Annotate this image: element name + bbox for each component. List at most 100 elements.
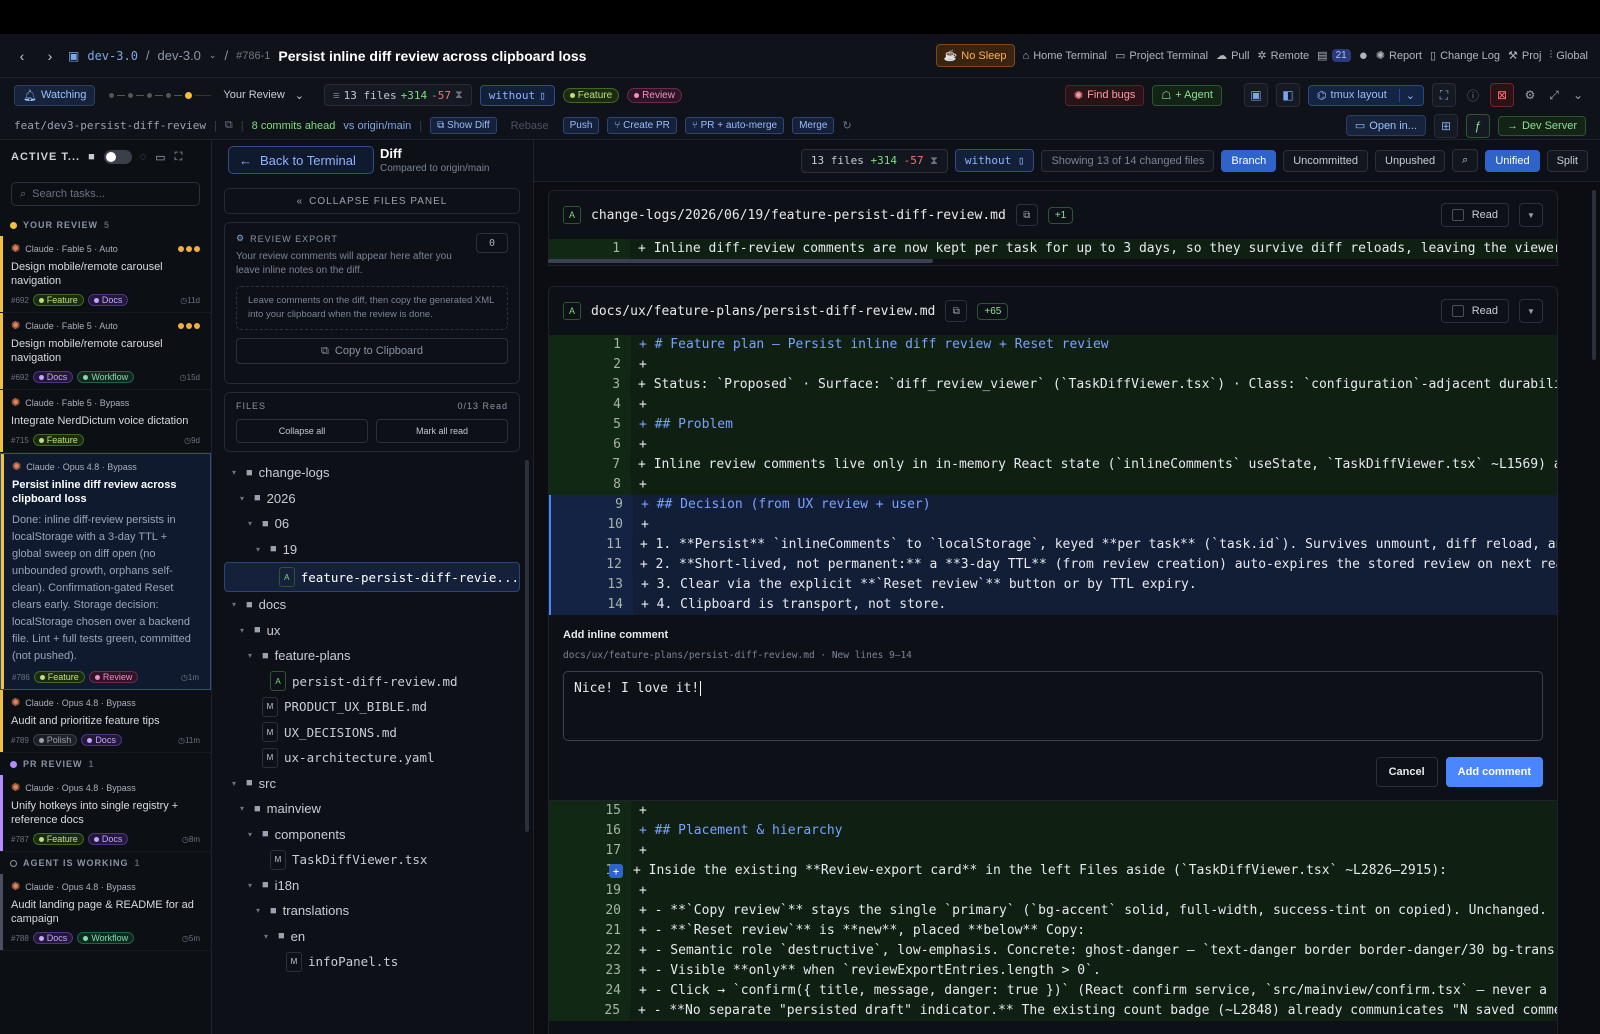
back-to-terminal-button[interactable]: ← Back to Terminal xyxy=(228,146,374,174)
diff-line[interactable]: 21 + - **`Reset review`** is **new**, pla… xyxy=(549,921,1557,941)
diff-line[interactable]: 6 + xyxy=(549,435,1557,455)
comment-textarea[interactable]: Nice! I love it! xyxy=(563,671,1543,741)
diff-line[interactable]: 1 + Inline diff-review comments are now k… xyxy=(549,239,1557,259)
tree-folder[interactable]: ▾ ■ src xyxy=(224,771,520,797)
project-crumb[interactable]: dev-3.0 xyxy=(87,49,138,63)
sidebar-toggle[interactable] xyxy=(103,150,132,164)
diff-line[interactable]: 10 + xyxy=(549,515,1557,535)
horizontal-scrollbar[interactable] xyxy=(548,259,933,263)
tag-polish[interactable]: Polish xyxy=(32,734,78,746)
line-number[interactable]: 1 xyxy=(549,239,631,259)
tree-folder[interactable]: ▾ ■ 2026 xyxy=(224,486,520,512)
dev-server-button[interactable]: → Dev Server xyxy=(1497,115,1586,136)
line-number[interactable]: 19 xyxy=(549,881,631,901)
line-number[interactable]: 23 xyxy=(549,961,631,981)
line-number[interactable]: 1 xyxy=(549,335,631,355)
stage-progress[interactable] xyxy=(109,91,212,99)
read-checkbox[interactable] xyxy=(1451,305,1464,317)
chevron-down-icon[interactable]: ▼ xyxy=(1519,299,1543,323)
tree-folder[interactable]: ▾ ■ change-logs xyxy=(224,460,520,486)
without-toggle[interactable]: without ▯ xyxy=(479,84,555,106)
tree-file[interactable]: Apersist-diff-review.md xyxy=(224,669,520,695)
chevron-down-icon[interactable]: ⌄ xyxy=(1570,88,1586,102)
forward-nav-icon[interactable]: › xyxy=(40,45,60,67)
view-split-button[interactable]: Split xyxy=(1546,149,1588,172)
task-card[interactable]: ✺ Claude · Opus 4.8 · Bypass Persist inlin… xyxy=(0,453,211,690)
chevron-down-icon[interactable]: ▼ xyxy=(1519,203,1543,227)
tag-docs[interactable]: Docs xyxy=(32,371,74,383)
change-log-button[interactable]: ▯ Change Log xyxy=(1430,49,1500,63)
tree-folder[interactable]: ▾ ■ en xyxy=(224,924,520,950)
tree-file[interactable]: Mux-architecture.yaml xyxy=(224,745,520,771)
tag-review[interactable]: Review xyxy=(627,87,682,103)
line-number[interactable]: 24 xyxy=(549,981,631,1001)
tree-file[interactable]: M TaskDiffViewer.tsx xyxy=(224,847,520,873)
line-number[interactable]: 7 xyxy=(549,455,631,475)
diff-line[interactable]: 23 + - Visible **only** when `reviewExpor… xyxy=(549,961,1557,981)
tree-folder[interactable]: ▾ ■ i18n xyxy=(224,873,520,899)
diff-line[interactable]: 15 + xyxy=(549,801,1557,821)
mark-read-button[interactable]: Read xyxy=(1440,203,1509,227)
proj-settings-button[interactable]: ⚒ Proj xyxy=(1508,49,1541,63)
back-nav-icon[interactable]: ‹ xyxy=(12,45,32,67)
push-button[interactable]: Push xyxy=(562,117,600,134)
line-number[interactable]: 14 xyxy=(551,595,633,615)
fullscreen-icon[interactable]: ⤢ xyxy=(1546,88,1562,103)
diff-line[interactable]: 14 + 4. Clipboard is transport, not store… xyxy=(549,595,1557,615)
find-bugs-button[interactable]: ✺ Find bugs xyxy=(1064,84,1145,106)
branch-crumb[interactable]: dev-3.0 xyxy=(158,48,201,63)
collapse-all-button[interactable]: Collapse all xyxy=(236,419,368,443)
diff-line[interactable]: 13 + 3. Clear via the explicit **`Reset r… xyxy=(549,575,1557,595)
function-icon[interactable]: ƒ xyxy=(1465,113,1490,138)
line-number[interactable]: 16 xyxy=(549,821,631,841)
tree-folder[interactable]: ▾ ■ translations xyxy=(224,898,520,924)
tree-view-icon[interactable]: ⊞ xyxy=(1433,113,1458,138)
cancel-button[interactable]: Cancel xyxy=(1375,757,1438,787)
tag-workflow[interactable]: Workflow xyxy=(77,932,135,944)
merge-button[interactable]: Merge xyxy=(792,117,835,134)
task-card[interactable]: ✺ Claude · Fable 5 · Auto Design mobile/re… xyxy=(0,313,211,390)
line-number[interactable]: 25 xyxy=(549,1001,631,1021)
copy-path-icon[interactable]: ⧉ xyxy=(945,300,968,322)
diff-line[interactable]: 7 + Inline review comments live only in i… xyxy=(549,455,1557,475)
tree-folder[interactable]: ▾ ■ mainview xyxy=(224,796,520,822)
line-number[interactable]: 21 xyxy=(549,921,631,941)
tag-feature[interactable]: Feature xyxy=(32,294,84,306)
task-card[interactable]: ✺ Claude · Opus 4.8 · Bypass Audit and pri… xyxy=(0,690,211,753)
tree-folder[interactable]: ▾ ■ 06 xyxy=(224,511,520,537)
line-number[interactable]: 8 xyxy=(549,475,631,495)
tree-file[interactable]: M UX_DECISIONS.md xyxy=(224,720,520,746)
tag-docs[interactable]: Docs xyxy=(87,833,129,845)
diff-line[interactable]: 17 + xyxy=(549,841,1557,861)
diff-line[interactable]: 8 + xyxy=(549,475,1557,495)
rebase-button[interactable]: Rebase xyxy=(511,120,549,132)
layout-split-icon[interactable]: ▣ xyxy=(1243,83,1268,107)
home-terminal-button[interactable]: ⌂ Home Terminal xyxy=(1023,50,1107,62)
tab-branch[interactable]: Branch xyxy=(1221,149,1277,172)
mark-all-read-button[interactable]: Mark all read xyxy=(376,419,508,443)
view-unified-button[interactable]: Unified xyxy=(1485,149,1540,172)
github-icon[interactable]: ● xyxy=(1359,47,1368,64)
diff-line[interactable]: 22 + - Semantic role `destructive`, low-e… xyxy=(549,941,1557,961)
line-number[interactable]: 11 xyxy=(551,535,632,555)
pr-auto-merge-button[interactable]: ⑂ PR + auto-merge xyxy=(684,117,785,134)
diff-line[interactable]: 3 + Status: `Proposed` · Surface: `diff_r… xyxy=(549,375,1557,395)
tree-file[interactable]: M PRODUCT_UX_BIBLE.md xyxy=(224,694,520,720)
vertical-scrollbar[interactable] xyxy=(1592,190,1596,360)
diff-line[interactable]: 2 + xyxy=(549,355,1557,375)
read-checkbox[interactable] xyxy=(1451,209,1464,221)
project-terminal-button[interactable]: ▭ Project Terminal xyxy=(1115,49,1208,63)
line-number[interactable]: 3 xyxy=(549,375,631,395)
folder-icon[interactable]: ■ xyxy=(88,151,96,163)
tree-folder[interactable]: ▾ ■ 19 xyxy=(224,537,520,563)
tree-file[interactable]: MinfoPanel.ts xyxy=(224,949,520,975)
chevron-down-icon[interactable]: ⌄ xyxy=(209,50,217,61)
section-header[interactable]: AGENT IS WORKING 1 xyxy=(0,852,211,874)
copy-branch-icon[interactable]: ⧉ xyxy=(225,119,233,132)
diff-line[interactable]: 1 + # Feature plan — Persist inline diff … xyxy=(549,335,1557,355)
filter-icon[interactable]: ◌ xyxy=(140,151,148,163)
line-number[interactable]: 6 xyxy=(549,435,631,455)
tab-uncommitted[interactable]: Uncommitted xyxy=(1283,149,1369,172)
add-agent-button[interactable]: ☖ + Agent xyxy=(1152,84,1222,106)
expand-icon[interactable]: ⛶ xyxy=(175,151,184,164)
